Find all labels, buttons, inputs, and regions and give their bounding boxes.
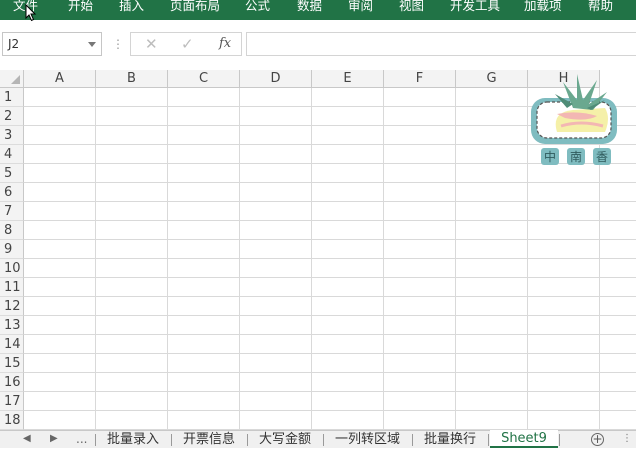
row-gridline [24,182,636,183]
row-header-10[interactable]: 10 [0,259,24,278]
sheet-tab-uppercase-amount[interactable]: 大写金额 [259,431,311,448]
scroll-left-icon[interactable]: ◀ [23,432,31,446]
more-sheets-ellipsis[interactable]: ... [76,433,87,445]
row-header-4[interactable]: 4 [0,145,24,164]
row-header-6[interactable]: 6 [0,183,24,202]
column-header-g[interactable]: G [456,70,528,88]
row-header-1[interactable]: 1 [0,88,24,107]
succulent-logo-icon: 中 南 香 [531,74,617,165]
column-gridline [383,88,384,430]
tab-data[interactable]: 数据 [297,0,322,16]
column-header-f[interactable]: F [384,70,456,88]
column-header-a[interactable]: A [24,70,96,88]
row-header-18[interactable]: 18 [0,411,24,430]
name-box[interactable]: J2 [2,32,102,56]
row-gridline [24,391,636,392]
ribbon-tab-bar: 文件 开始 插入 页面布局 公式 数据 审阅 视图 开发工具 加载项 帮助 [0,0,636,20]
tab-review[interactable]: 审阅 [348,0,373,16]
tab-divider [247,434,248,446]
tab-divider [323,434,324,446]
column-header-e[interactable]: E [312,70,384,88]
row-gridline [24,315,636,316]
cancel-icon[interactable]: ✕ [145,36,158,52]
column-gridline [455,88,456,430]
row-gridline [24,258,636,259]
sheet-tab-batch-wrap[interactable]: 批量换行 [424,431,476,448]
column-gridline [239,88,240,430]
row-header-5[interactable]: 5 [0,164,24,183]
row-gridline [24,296,636,297]
row-header-9[interactable]: 9 [0,240,24,259]
row-header-11[interactable]: 11 [0,278,24,297]
row-header-16[interactable]: 16 [0,373,24,392]
formula-input[interactable] [246,32,636,56]
row-header-3[interactable]: 3 [0,126,24,145]
sheet-tab-invoice-info[interactable]: 开票信息 [183,431,235,448]
row-gridline [24,220,636,221]
mouse-cursor-icon [25,4,37,22]
scroll-indicator-icon[interactable]: ⋮ [622,432,632,446]
tab-add-ins[interactable]: 加载项 [524,0,562,16]
tab-divider [95,434,96,446]
tab-divider [171,434,172,446]
sheet-tab-column-to-range[interactable]: 一列转区域 [335,431,400,448]
logo-char-3: 香 [596,150,608,164]
row-header-8[interactable]: 8 [0,221,24,240]
row-gridline [24,239,636,240]
column-gridline [311,88,312,430]
add-sheet-button[interactable]: + [591,433,604,446]
tab-insert[interactable]: 插入 [119,0,144,16]
formula-bar: J2 ⋮ ✕ ✓ fx [0,28,636,62]
row-header-7[interactable]: 7 [0,202,24,221]
tab-divider [559,434,560,446]
row-header-14[interactable]: 14 [0,335,24,354]
sheet-tab-bar: ◀ ▶ ... 批量录入 开票信息 大写金额 一列转区域 批量换行 Sheet9… [0,430,636,448]
enter-check-icon[interactable]: ✓ [181,36,194,52]
name-box-value: J2 [8,37,20,51]
row-gridline [24,372,636,373]
chevron-down-icon[interactable] [88,42,96,47]
tab-developer[interactable]: 开发工具 [450,0,500,16]
tab-divider [488,434,489,446]
tab-page-layout[interactable]: 页面布局 [170,0,220,16]
formula-buttons: ✕ ✓ fx [130,32,242,56]
tab-help[interactable]: 帮助 [588,0,613,16]
row-gridline [24,201,636,202]
vertical-dots-icon: ⋮ [112,37,124,51]
row-gridline [24,410,636,411]
column-gridline [95,88,96,430]
row-header-12[interactable]: 12 [0,297,24,316]
tab-divider [412,434,413,446]
column-header-b[interactable]: B [96,70,168,88]
sheet-tab-batch-input[interactable]: 批量录入 [107,431,159,448]
column-header-c[interactable]: C [168,70,240,88]
row-header-13[interactable]: 13 [0,316,24,335]
sheet-tab-sheet9[interactable]: Sheet9 [490,430,558,448]
insert-function-icon[interactable]: fx [219,36,231,51]
logo-char-2: 南 [570,149,582,164]
row-header-17[interactable]: 17 [0,392,24,411]
column-gridline [167,88,168,430]
scroll-right-icon[interactable]: ▶ [50,432,58,446]
tab-home[interactable]: 开始 [68,0,93,16]
tab-view[interactable]: 视图 [399,0,424,16]
row-gridline [24,353,636,354]
select-all-corner[interactable] [0,70,24,88]
row-header-15[interactable]: 15 [0,354,24,373]
row-gridline [24,334,636,335]
logo-char-1: 中 [544,149,556,164]
row-gridline [24,277,636,278]
tab-formulas[interactable]: 公式 [245,0,270,16]
column-header-d[interactable]: D [240,70,312,88]
row-header-2[interactable]: 2 [0,107,24,126]
